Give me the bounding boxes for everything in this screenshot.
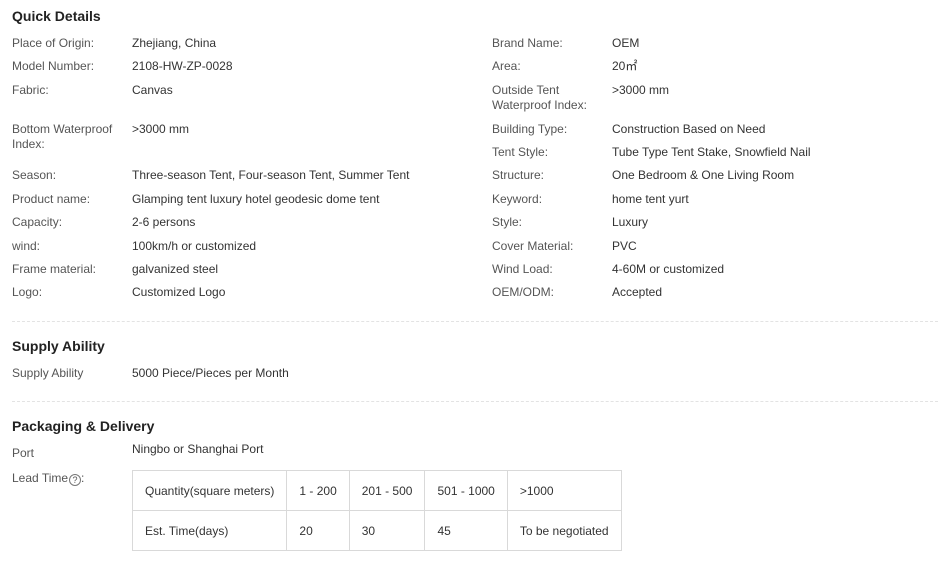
- table-cell: Est. Time(days): [131, 510, 288, 551]
- lead-time-table: Quantity(square meters) 1 - 200 201 - 50…: [131, 470, 622, 551]
- lead-time-label: Lead Time: [12, 471, 69, 485]
- product-name-value: Glamping tent luxury hotel geodesic dome…: [132, 192, 380, 206]
- season-value: Three-season Tent, Four-season Tent, Sum…: [132, 168, 410, 182]
- section-divider: [12, 401, 938, 402]
- table-cell: Quantity(square meters): [131, 470, 288, 511]
- table-cell: 501 - 1000: [424, 470, 508, 511]
- table-row: Quantity(square meters) 1 - 200 201 - 50…: [131, 470, 622, 511]
- outside-waterproof-value: >3000 mm: [612, 83, 670, 97]
- season-label: Season:: [12, 168, 57, 182]
- place-of-origin-value: Zhejiang, China: [132, 36, 217, 50]
- frame-material-label: Frame material:: [12, 262, 97, 276]
- bottom-waterproof-label: Bottom Waterproof Index:: [12, 122, 113, 151]
- capacity-value: 2-6 persons: [132, 215, 196, 229]
- tent-style-value: Tube Type Tent Stake, Snowfield Nail: [612, 145, 811, 159]
- fabric-value: Canvas: [132, 83, 173, 97]
- area-value: 20㎡: [612, 59, 638, 73]
- cover-material-value: PVC: [612, 239, 637, 253]
- product-name-label: Product name:: [12, 192, 91, 206]
- brand-name-value: OEM: [612, 36, 640, 50]
- supply-ability-value: 5000 Piece/Pieces per Month: [132, 366, 289, 380]
- port-label: Port: [12, 446, 35, 460]
- capacity-label: Capacity:: [12, 215, 63, 229]
- table-cell: To be negotiated: [506, 510, 622, 551]
- building-type-label: Building Type:: [492, 122, 568, 136]
- table-cell: 20: [286, 510, 350, 551]
- frame-material-value: galvanized steel: [132, 262, 219, 276]
- lead-time-colon: :: [81, 471, 85, 485]
- building-type-value: Construction Based on Need: [612, 122, 766, 136]
- section-divider: [12, 321, 938, 322]
- wind-load-value: 4-60M or customized: [612, 262, 725, 276]
- table-row: Est. Time(days) 20 30 45 To be negotiate…: [131, 510, 622, 551]
- model-number-value: 2108-HW-ZP-0028: [132, 59, 233, 73]
- structure-value: One Bedroom & One Living Room: [612, 168, 795, 182]
- table-cell: >1000: [506, 470, 622, 511]
- wind-value: 100km/h or customized: [132, 239, 257, 253]
- cover-material-label: Cover Material:: [492, 239, 574, 253]
- bottom-waterproof-value: >3000 mm: [132, 122, 190, 136]
- table-cell: 1 - 200: [286, 470, 350, 511]
- table-cell: 30: [348, 510, 426, 551]
- oem-odm-label: OEM/ODM:: [492, 285, 554, 299]
- wind-load-label: Wind Load:: [492, 262, 553, 276]
- supply-ability-title: Supply Ability: [12, 338, 105, 354]
- tent-style-label: Tent Style:: [492, 145, 549, 159]
- table-cell: 45: [424, 510, 508, 551]
- logo-value: Customized Logo: [132, 285, 226, 299]
- model-number-label: Model Number:: [12, 59, 95, 73]
- keyword-label: Keyword:: [492, 192, 543, 206]
- wind-label: wind:: [12, 239, 41, 253]
- keyword-value: home tent yurt: [612, 192, 689, 206]
- table-cell: 201 - 500: [348, 470, 426, 511]
- brand-name-label: Brand Name:: [492, 36, 563, 50]
- oem-odm-value: Accepted: [612, 285, 663, 299]
- structure-label: Structure:: [492, 168, 545, 182]
- outside-waterproof-label: Outside Tent Waterproof Index:: [492, 83, 587, 112]
- quick-details-title: Quick Details: [12, 8, 101, 24]
- port-value: Ningbo or Shanghai Port: [132, 442, 264, 456]
- style-value: Luxury: [612, 215, 649, 229]
- packaging-delivery-title: Packaging & Delivery: [12, 418, 155, 434]
- style-label: Style:: [492, 215, 523, 229]
- supply-ability-label: Supply Ability: [12, 366, 84, 380]
- area-label: Area:: [492, 59, 521, 73]
- fabric-label: Fabric:: [12, 83, 49, 97]
- help-icon[interactable]: ?: [69, 474, 82, 486]
- lead-time-label-wrap: Lead Time?:: [12, 471, 84, 486]
- place-of-origin-label: Place of Origin:: [12, 36, 95, 50]
- logo-label: Logo:: [12, 285, 43, 299]
